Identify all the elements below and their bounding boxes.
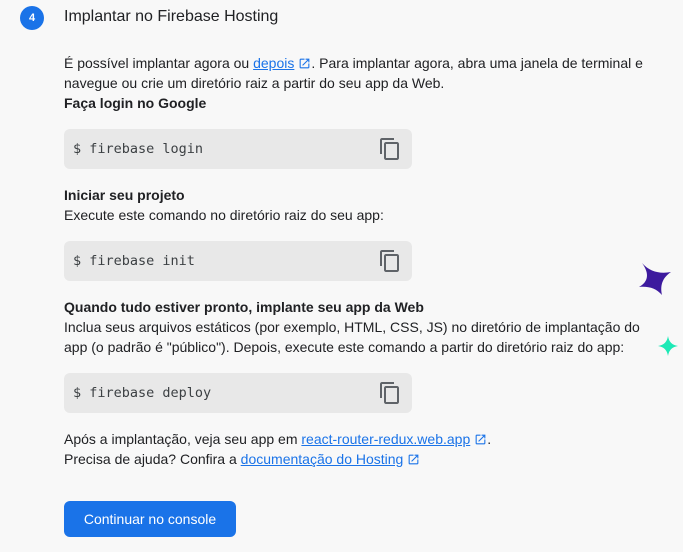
copy-icon — [380, 382, 399, 404]
init-command: $ firebase init — [73, 253, 195, 269]
copy-init-button[interactable] — [376, 247, 404, 275]
init-heading: Iniciar seu projeto — [64, 187, 185, 203]
intro-paragraph: É possível implantar agora ou depois. Pa… — [64, 53, 664, 93]
init-command-box: $ firebase init — [64, 241, 412, 281]
step-number: 4 — [28, 12, 36, 24]
step-title: Implantar no Firebase Hosting — [64, 8, 279, 25]
copy-icon — [380, 138, 399, 160]
sparkle-purple-decoration — [639, 263, 671, 295]
login-heading: Faça login no Google — [64, 95, 207, 111]
open-in-new-icon — [475, 434, 486, 445]
copy-login-button[interactable] — [376, 135, 404, 163]
help-text: Precisa de ajuda? Confira a documentação… — [64, 449, 664, 469]
deploy-later-link[interactable]: depois — [253, 55, 294, 71]
open-in-new-icon — [300, 58, 310, 69]
copy-deploy-button[interactable] — [376, 379, 404, 407]
continue-to-console-button[interactable]: Continuar no console — [64, 501, 236, 537]
login-command-box: $ firebase login — [64, 129, 412, 169]
init-description: Execute este comando no diretório raiz d… — [64, 207, 384, 223]
after-text-before: Após a implantação, veja seu app em — [64, 431, 302, 447]
copy-icon — [380, 250, 399, 272]
help-text-before: Precisa de ajuda? Confira a — [64, 451, 241, 467]
after-text-after: . — [487, 431, 492, 447]
app-url-link[interactable]: react-router-redux.web.app — [301, 431, 470, 447]
after-deploy-text: Após a implantação, veja seu app em reac… — [64, 429, 664, 449]
sparkle-teal-decoration — [658, 336, 678, 356]
open-in-new-icon — [408, 454, 419, 465]
deploy-heading: Quando tudo estiver pronto, implante seu… — [64, 299, 424, 315]
deploy-command: $ firebase deploy — [73, 385, 212, 401]
login-command: $ firebase login — [73, 141, 204, 157]
deploy-command-box: $ firebase deploy — [64, 373, 412, 413]
deploy-description: Inclua seus arquivos estáticos (por exem… — [64, 319, 640, 355]
step-badge: 4 — [20, 6, 44, 30]
hosting-docs-link[interactable]: documentação do Hosting — [241, 451, 404, 467]
intro-text-before: É possível implantar agora ou — [64, 55, 254, 71]
